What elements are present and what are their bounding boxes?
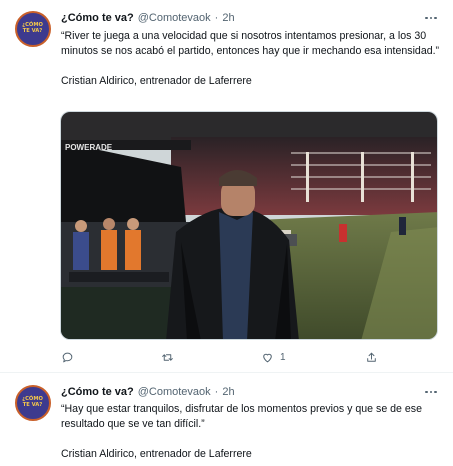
retweet-button[interactable] <box>161 348 174 366</box>
avatar[interactable]: ¿CÓMO TE VA? <box>14 10 51 47</box>
separator-dot: · <box>214 386 219 398</box>
display-name[interactable]: ¿Cómo te va? <box>61 12 134 24</box>
like-count: 1 <box>280 351 286 363</box>
photo-coach-at-stadium: POWERADE <box>61 112 437 339</box>
tweet-quote: “Hay que estar tranquilos, disfrutar de … <box>61 403 422 430</box>
tweet-actions: 1 <box>61 348 391 366</box>
reply-icon <box>62 352 73 362</box>
more-icon[interactable] <box>423 10 439 26</box>
avatar-logo-text: ¿CÓMO TE VA? <box>22 21 43 34</box>
banner-text: POWERADE <box>65 143 113 152</box>
tweet-attribution: Cristian Aldirico, entrenador de Laferre… <box>61 75 252 87</box>
tweet[interactable]: ¿CÓMO TE VA? ¿Cómo te va? @Comotevaok · … <box>0 374 453 466</box>
more-icon[interactable] <box>423 384 439 400</box>
tweet-header: ¿Cómo te va? @Comotevaok · 2h <box>61 384 235 400</box>
user-handle[interactable]: @Comotevaok <box>138 12 211 24</box>
separator-dot: · <box>214 12 219 24</box>
timestamp[interactable]: 2h <box>222 12 234 24</box>
share-icon <box>367 352 376 362</box>
retweet-icon <box>162 353 173 361</box>
like-button[interactable]: 1 <box>261 348 286 366</box>
avatar-logo-text: ¿CÓMO TE VA? <box>22 395 43 408</box>
display-name[interactable]: ¿Cómo te va? <box>61 386 134 398</box>
tweet[interactable]: ¿CÓMO TE VA? ¿Cómo te va? @Comotevaok · … <box>0 0 453 373</box>
timestamp[interactable]: 2h <box>222 386 234 398</box>
tweet-text: “River te juega a una velocidad que si n… <box>61 29 441 89</box>
tweet-attribution: Cristian Aldirico, entrenador de Laferre… <box>61 448 252 460</box>
user-handle[interactable]: @Comotevaok <box>138 386 211 398</box>
avatar[interactable]: ¿CÓMO TE VA? <box>14 384 51 421</box>
tweet-text: “Hay que estar tranquilos, disfrutar de … <box>61 402 441 462</box>
tweet-header: ¿Cómo te va? @Comotevaok · 2h <box>61 10 235 26</box>
share-button[interactable] <box>365 348 378 366</box>
avatar-logo: ¿CÓMO TE VA? <box>14 10 51 47</box>
tweet-photo[interactable]: POWERADE <box>60 111 438 340</box>
like-icon <box>263 353 272 362</box>
tweet-quote: “River te juega a una velocidad que si n… <box>61 30 440 57</box>
avatar-logo: ¿CÓMO TE VA? <box>14 384 51 421</box>
reply-button[interactable] <box>61 348 74 366</box>
